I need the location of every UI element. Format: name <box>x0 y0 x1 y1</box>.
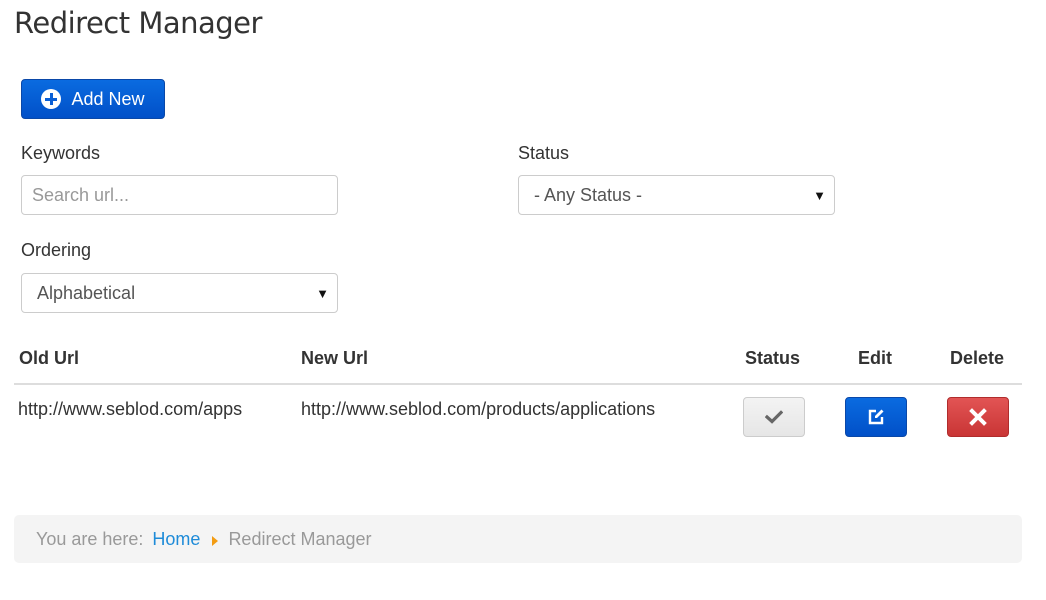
keywords-input[interactable] <box>22 176 337 214</box>
edit-icon <box>868 409 884 425</box>
column-header-delete: Delete <box>950 348 1005 368</box>
new-url-cell: http://www.seblod.com/products/applicati… <box>301 399 656 419</box>
column-header-edit: Edit <box>858 348 892 368</box>
check-icon <box>765 410 783 424</box>
delete-button[interactable] <box>947 397 1009 437</box>
old-url-cell: http://www.seblod.com/apps <box>18 399 243 419</box>
ordering-select[interactable]: Alphabetical ▼ <box>21 273 338 313</box>
breadcrumb: You are here: Home Redirect Manager <box>14 515 1022 563</box>
breadcrumb-home-link[interactable]: Home <box>152 529 200 550</box>
column-header-old-url: Old Url <box>19 348 80 368</box>
page-title: Redirect Manager <box>14 6 262 40</box>
column-header-status: Status <box>745 348 801 368</box>
close-icon <box>969 408 987 426</box>
edit-button[interactable] <box>845 397 907 437</box>
status-select-value: - Any Status - <box>534 184 643 205</box>
keywords-label: Keywords <box>21 143 101 163</box>
keywords-field-wrapper <box>21 175 338 215</box>
breadcrumb-current: Redirect Manager <box>228 528 372 549</box>
status-label: Status <box>518 143 570 163</box>
caret-down-icon: ▼ <box>813 188 826 203</box>
breadcrumb-separator-icon <box>212 535 219 546</box>
add-new-label: Add New <box>71 88 145 109</box>
table-header: Old Url New Url Status Edit Delete <box>14 342 1022 385</box>
plus-circle-icon <box>41 89 62 109</box>
caret-down-icon: ▼ <box>316 286 329 301</box>
ordering-select-value: Alphabetical <box>37 282 136 303</box>
column-header-new-url: New Url <box>301 348 369 368</box>
ordering-label: Ordering <box>21 240 92 260</box>
status-toggle-button[interactable] <box>743 397 805 437</box>
add-new-button[interactable]: Add New <box>21 79 165 119</box>
status-select[interactable]: - Any Status - ▼ <box>518 175 835 215</box>
breadcrumb-prefix: You are here: <box>36 528 144 549</box>
